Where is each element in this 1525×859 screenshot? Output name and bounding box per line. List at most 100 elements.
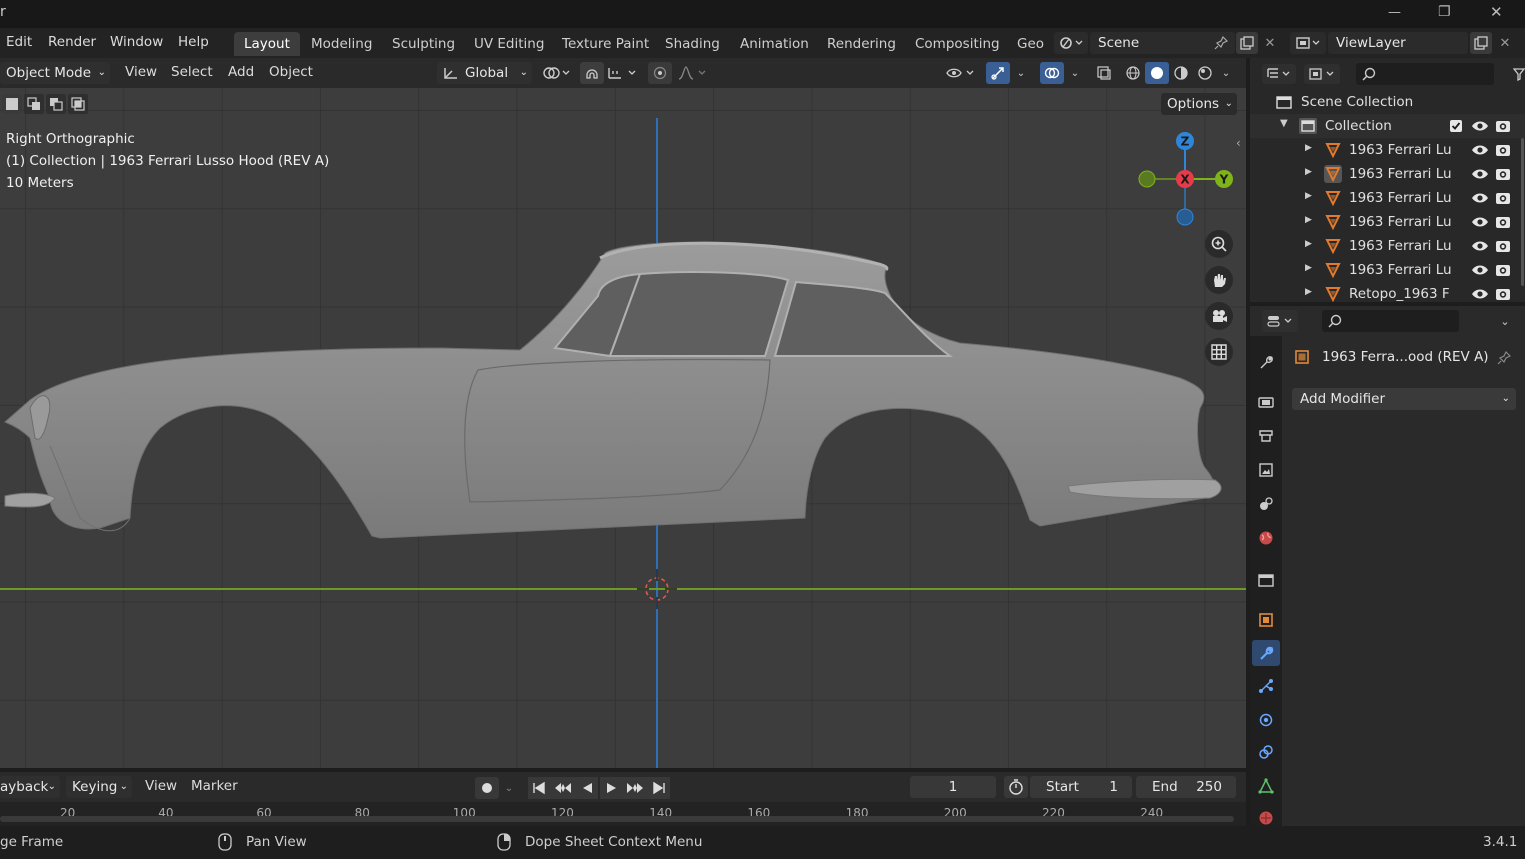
tool-tab-icon[interactable]: [1254, 350, 1278, 374]
camera-icon[interactable]: [1495, 118, 1511, 133]
outliner-scrollbar[interactable]: [1521, 138, 1524, 286]
eye-icon[interactable]: [1471, 167, 1489, 181]
view-layer-tab-icon[interactable]: [1254, 458, 1278, 482]
expand-arrow-icon[interactable]: ▶: [1305, 215, 1312, 225]
menu-edit[interactable]: Edit: [6, 34, 32, 50]
checkbox-icon[interactable]: [1449, 119, 1463, 133]
3d-cursor-icon[interactable]: [635, 567, 679, 611]
tab-compositing[interactable]: Compositing: [905, 32, 1010, 56]
outliner-item[interactable]: ▶ 1963 Ferrari Lu: [1250, 162, 1525, 186]
falloff-icon[interactable]: [676, 64, 712, 82]
expand-arrow-icon[interactable]: ▶: [1305, 287, 1312, 297]
viewlayer-field[interactable]: ViewLayer: [1328, 32, 1468, 54]
restore-button[interactable]: ❐: [1438, 4, 1451, 20]
expand-arrow-icon[interactable]: ▶: [1305, 167, 1312, 177]
physics-tab-icon[interactable]: [1254, 708, 1278, 732]
object-name[interactable]: 1963 Ferra...ood (REV A): [1322, 349, 1489, 365]
properties-search-input[interactable]: [1322, 310, 1459, 332]
constraints-tab-icon[interactable]: [1254, 740, 1278, 764]
eye-icon[interactable]: [1471, 263, 1489, 277]
properties-editor-type-icon[interactable]: [1262, 310, 1298, 332]
rendered-shading-icon[interactable]: [1193, 62, 1217, 84]
camera-icon[interactable]: [1495, 238, 1511, 253]
overlays-toggle-icon[interactable]: [1040, 62, 1064, 84]
material-preview-icon[interactable]: [1169, 62, 1193, 84]
camera-icon[interactable]: [1495, 262, 1511, 277]
camera-icon[interactable]: [1495, 166, 1511, 181]
tab-layout[interactable]: Layout: [234, 32, 300, 56]
camera-icon[interactable]: [1495, 286, 1511, 301]
wireframe-shading-icon[interactable]: [1121, 62, 1145, 84]
solid-shading-icon[interactable]: [1145, 62, 1169, 84]
outliner-item[interactable]: ▶ 1963 Ferrari Lu: [1250, 258, 1525, 282]
expand-arrow-icon[interactable]: ▼: [1280, 118, 1288, 129]
xray-toggle-icon[interactable]: [1093, 62, 1115, 84]
chevron-down-icon[interactable]: ⌄: [1012, 64, 1030, 82]
delete-scene-icon[interactable]: ✕: [1260, 33, 1280, 53]
play-reverse-icon[interactable]: [576, 777, 598, 799]
snap-target-icon[interactable]: [606, 64, 642, 82]
chevron-down-icon[interactable]: ⌄: [501, 778, 517, 798]
camera-icon[interactable]: [1495, 190, 1511, 205]
menu-add[interactable]: Add: [228, 64, 254, 80]
menu-window[interactable]: Window: [110, 34, 163, 50]
menu-select[interactable]: Select: [171, 64, 213, 80]
world-tab-icon[interactable]: [1254, 526, 1278, 550]
scene-browse-icon[interactable]: [1054, 32, 1088, 54]
outliner-search-input[interactable]: [1356, 63, 1494, 85]
visibility-selectable-icon[interactable]: [944, 64, 980, 82]
eye-icon[interactable]: [1471, 239, 1489, 253]
pin-icon[interactable]: [1497, 351, 1511, 365]
menu-object[interactable]: Object: [269, 64, 313, 80]
viewlayer-browse-icon[interactable]: [1290, 32, 1326, 54]
new-viewlayer-icon[interactable]: [1470, 32, 1492, 54]
expand-arrow-icon[interactable]: ▶: [1305, 263, 1312, 273]
modifier-tab-icon[interactable]: [1252, 640, 1280, 666]
add-modifier-dropdown[interactable]: Add Modifier ⌄: [1292, 388, 1516, 410]
tab-rendering[interactable]: Rendering: [817, 32, 906, 56]
expand-arrow-icon[interactable]: ▶: [1305, 191, 1312, 201]
auto-keying-icon[interactable]: [475, 777, 499, 799]
collection-tab-icon[interactable]: [1254, 568, 1278, 592]
minimize-button[interactable]: —: [1388, 5, 1401, 20]
expand-arrow-icon[interactable]: ▶: [1305, 143, 1312, 153]
render-tab-icon[interactable]: [1254, 390, 1278, 414]
snap-icon[interactable]: [580, 62, 604, 84]
filter-icon[interactable]: [1512, 64, 1525, 84]
data-tab-icon[interactable]: [1254, 774, 1278, 798]
outliner-item[interactable]: ▶ 1963 Ferrari Lu: [1250, 186, 1525, 210]
chevron-down-icon[interactable]: ⌄: [1494, 312, 1516, 330]
pan-hand-icon[interactable]: [1205, 266, 1233, 294]
grid-ortho-icon[interactable]: [1205, 338, 1233, 366]
start-frame-field[interactable]: Start 1: [1030, 776, 1132, 798]
jump-end-icon[interactable]: [648, 777, 670, 799]
timeline-menu-view[interactable]: View: [145, 778, 177, 794]
tab-shading[interactable]: Shading: [655, 32, 730, 56]
close-button[interactable]: ✕: [1490, 3, 1503, 21]
chevron-down-icon[interactable]: ⌄: [1066, 64, 1084, 82]
preview-range-icon[interactable]: [1004, 776, 1028, 798]
transform-orientation-dropdown[interactable]: Global ⌄: [437, 62, 532, 84]
tab-uv-editing[interactable]: UV Editing: [464, 32, 554, 56]
outliner-editor-type-icon[interactable]: [1262, 64, 1296, 84]
eye-icon[interactable]: [1471, 143, 1489, 157]
output-tab-icon[interactable]: [1254, 424, 1278, 448]
tab-animation[interactable]: Animation: [730, 32, 819, 56]
tab-texture-paint[interactable]: Texture Paint: [552, 32, 659, 56]
outliner-item[interactable]: ▶ 1963 Ferrari Lu: [1250, 234, 1525, 258]
zoom-icon[interactable]: [1205, 230, 1233, 258]
menu-view[interactable]: View: [125, 64, 157, 80]
timeline-menu-marker[interactable]: Marker: [191, 778, 238, 794]
outliner-item[interactable]: ▶ 1963 Ferrari Lu: [1250, 210, 1525, 234]
display-mode-icon[interactable]: [1304, 64, 1340, 84]
delete-viewlayer-icon[interactable]: ✕: [1495, 33, 1515, 53]
jump-keyframe-forward-icon[interactable]: [622, 777, 648, 799]
outliner-item[interactable]: ▶ Retopo_1963 F: [1250, 282, 1525, 306]
collection-row[interactable]: ▼ Collection: [1250, 114, 1525, 138]
pin-icon[interactable]: [1212, 34, 1230, 52]
gizmo-neg-z-icon[interactable]: [1176, 208, 1194, 226]
menu-help[interactable]: Help: [178, 34, 209, 50]
menu-render[interactable]: Render: [48, 34, 96, 50]
mode-dropdown[interactable]: Object Mode ⌄: [0, 62, 110, 84]
expand-arrow-icon[interactable]: ▶: [1305, 239, 1312, 249]
